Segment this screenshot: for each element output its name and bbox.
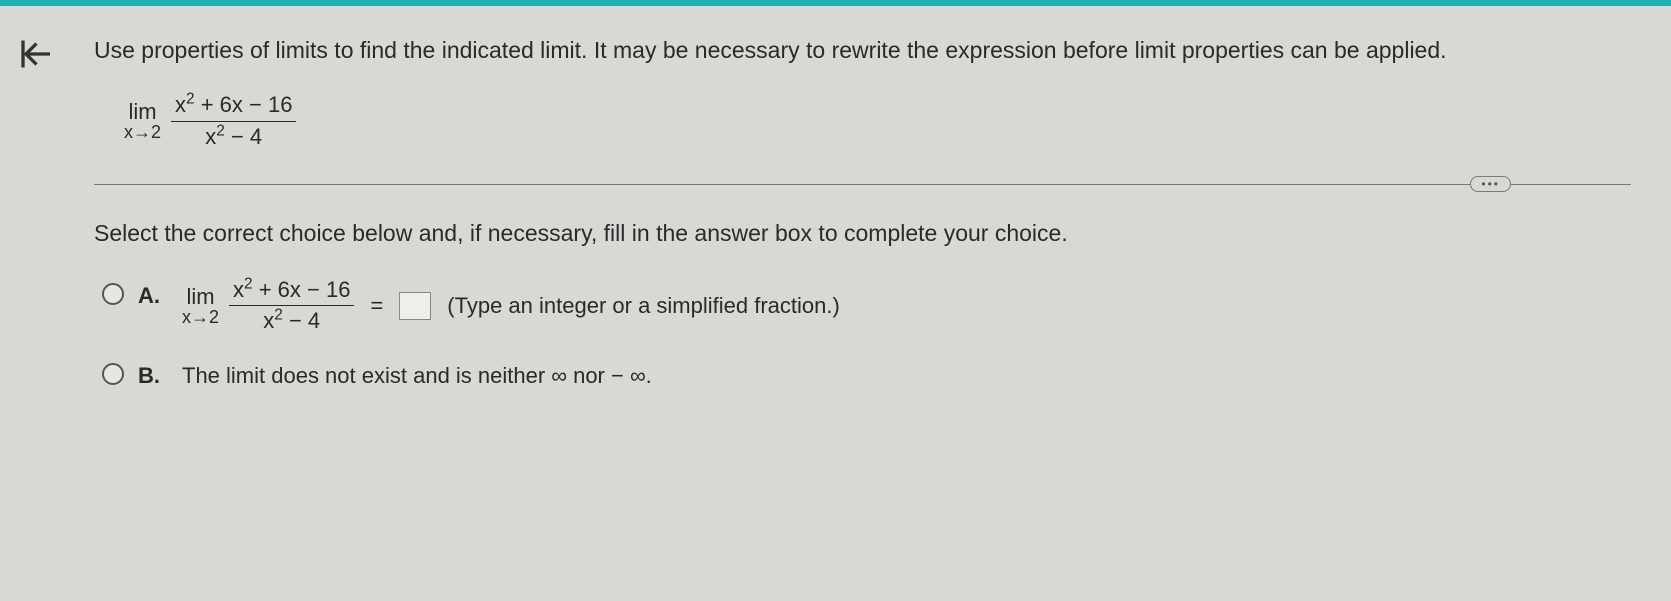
num-exp: 2 [186, 91, 195, 108]
choice-a-label: A. [138, 283, 162, 309]
lim-label: lim [128, 100, 156, 123]
question-text: Use properties of limits to find the ind… [94, 34, 1631, 66]
divider-row: ••• [94, 174, 1631, 194]
answer-input[interactable] [399, 292, 431, 320]
lim-operator-a: lim x→2 [182, 285, 219, 327]
lim-operator: lim x→2 [124, 100, 161, 142]
fraction-a: x2 + 6x − 16 x2 − 4 [229, 277, 354, 335]
numerator-a: x2 + 6x − 16 [229, 277, 354, 303]
den-var: x [205, 124, 216, 149]
left-column [0, 6, 70, 601]
choice-a-expression: lim x→2 x2 + 6x − 16 x2 − 4 [182, 277, 354, 335]
num-var-a: x [233, 277, 244, 302]
choices-group: A. lim x→2 x2 + 6x − 16 [102, 277, 1631, 389]
radio-b[interactable] [102, 363, 124, 385]
radio-a[interactable] [102, 283, 124, 305]
expand-icon[interactable]: ••• [1470, 176, 1511, 192]
back-icon[interactable] [17, 36, 53, 601]
limit-expression: lim x→2 x2 + 6x − 16 x2 − 4 [124, 92, 296, 150]
choice-a-hint: (Type an integer or a simplified fractio… [447, 293, 840, 319]
num-exp-a: 2 [244, 276, 253, 293]
den-exp-a: 2 [274, 307, 283, 324]
instruction-text: Select the correct choice below and, if … [94, 220, 1631, 247]
fraction: x2 + 6x − 16 x2 − 4 [171, 92, 296, 150]
numerator: x2 + 6x − 16 [171, 92, 296, 118]
main-content: Use properties of limits to find the ind… [70, 6, 1671, 601]
page-container: Use properties of limits to find the ind… [0, 6, 1671, 601]
num-rest: + 6x − 16 [195, 92, 293, 117]
lim-approach: x→2 [124, 123, 161, 142]
choice-b-text: The limit does not exist and is neither … [182, 363, 652, 389]
denominator-a: x2 − 4 [259, 308, 324, 334]
num-var: x [175, 92, 186, 117]
den-rest-a: − 4 [283, 308, 320, 333]
den-var-a: x [263, 308, 274, 333]
num-rest-a: + 6x − 16 [253, 277, 351, 302]
den-exp: 2 [216, 122, 225, 139]
fraction-bar [171, 121, 296, 122]
den-rest: − 4 [225, 124, 262, 149]
equals-sign: = [370, 293, 383, 319]
denominator: x2 − 4 [201, 124, 266, 150]
fraction-bar-a [229, 305, 354, 306]
choice-b: B. The limit does not exist and is neith… [102, 357, 1631, 389]
lim-label-a: lim [186, 285, 214, 308]
choice-a: A. lim x→2 x2 + 6x − 16 [102, 277, 1631, 335]
divider-line [94, 184, 1631, 185]
choice-b-label: B. [138, 363, 162, 389]
lim-approach-a: x→2 [182, 308, 219, 327]
choice-a-body: lim x→2 x2 + 6x − 16 x2 − 4 [182, 277, 840, 335]
